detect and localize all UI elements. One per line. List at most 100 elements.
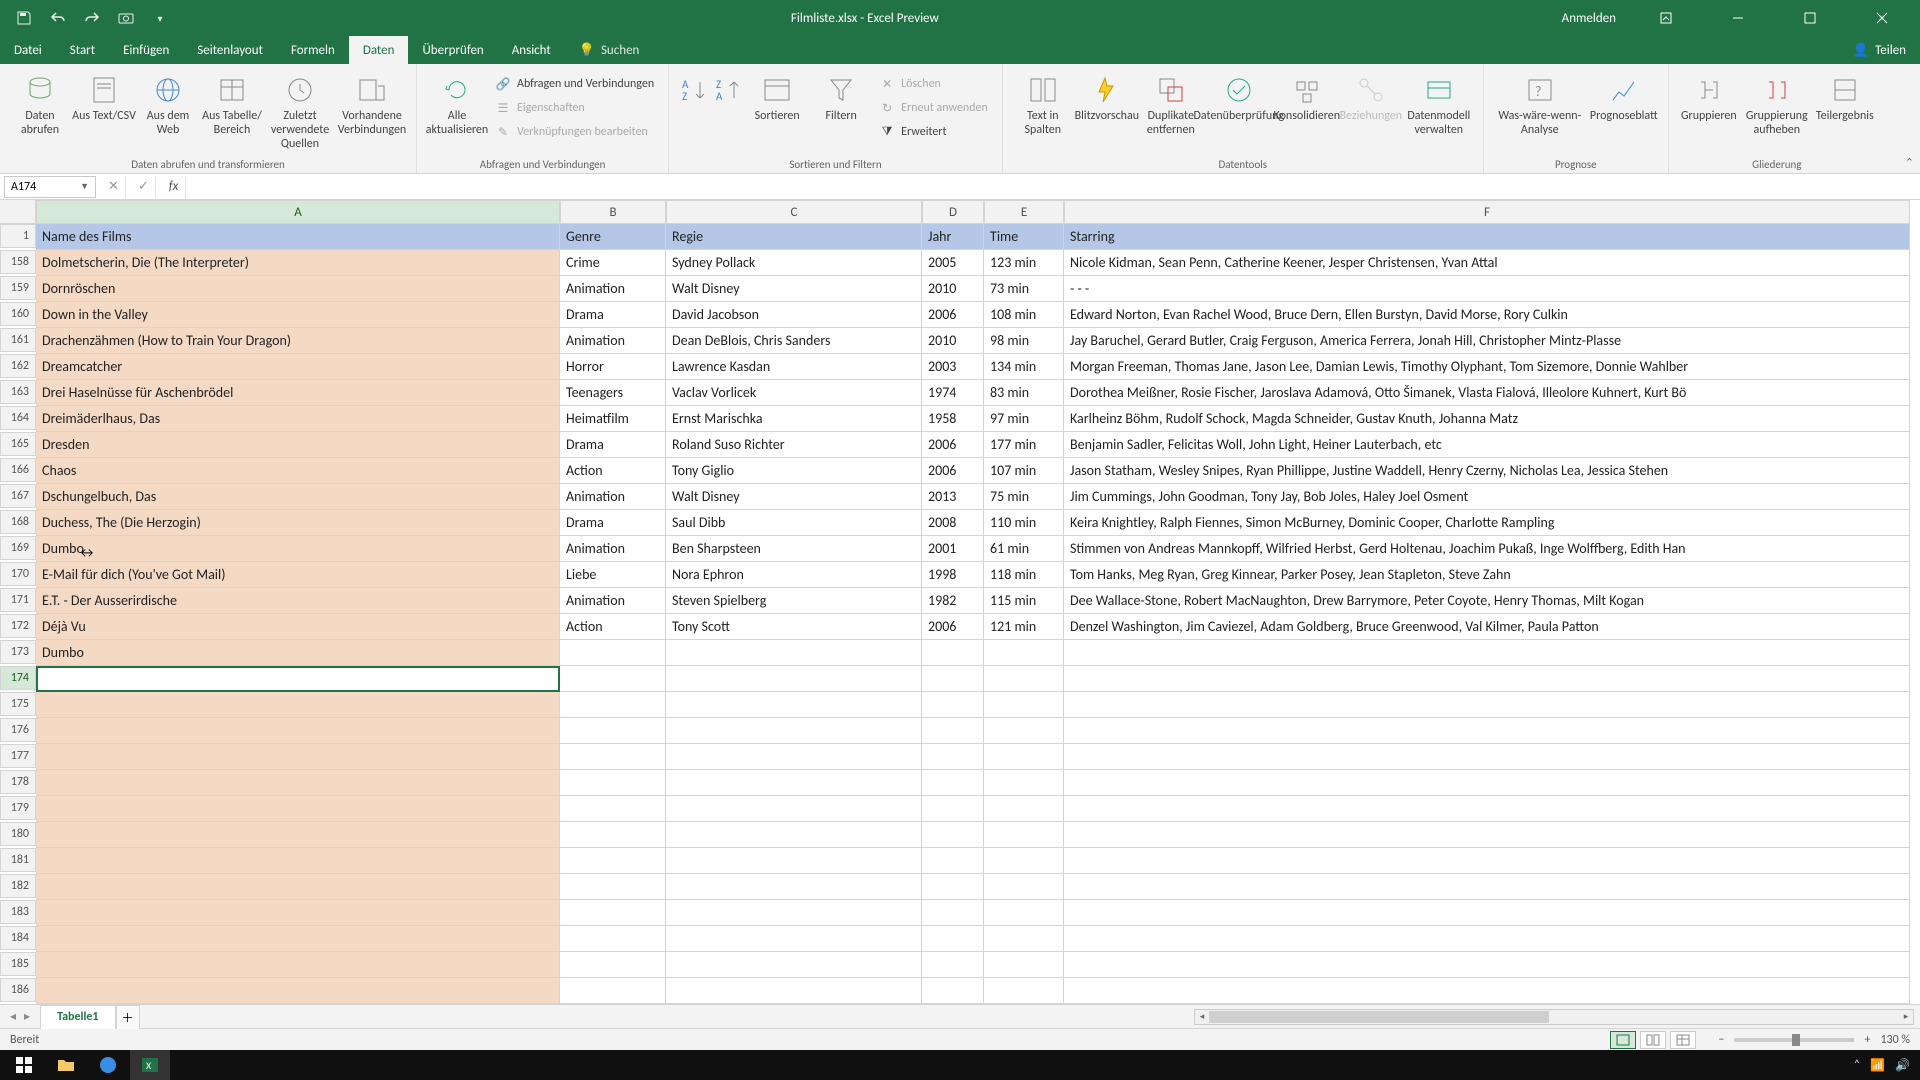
cell[interactable] <box>984 796 1064 822</box>
cell[interactable] <box>984 692 1064 718</box>
cell[interactable] <box>560 770 666 796</box>
cell[interactable] <box>1064 744 1910 770</box>
sheet-tab[interactable]: Tabelle1 <box>40 1005 115 1029</box>
row-header[interactable]: 167 <box>0 484 36 508</box>
cell[interactable]: Steven Spielberg <box>666 588 922 614</box>
cell[interactable]: 97 min <box>984 406 1064 432</box>
btn-was-waere-wenn[interactable]: ?Was-wäre-wenn-Analyse <box>1492 68 1588 152</box>
cell[interactable] <box>560 926 666 952</box>
cell[interactable] <box>560 744 666 770</box>
cell[interactable]: Walt Disney <box>666 484 922 510</box>
cell[interactable]: Lawrence Kasdan <box>666 354 922 380</box>
cell[interactable] <box>1064 796 1910 822</box>
cell[interactable]: 1958 <box>922 406 984 432</box>
btn-alle-aktualisieren[interactable]: Alle aktualisieren <box>425 68 489 152</box>
tab-ueberpruefen[interactable]: Überprüfen <box>408 36 497 64</box>
cell[interactable]: 2008 <box>922 510 984 536</box>
row-header[interactable]: 166 <box>0 458 36 482</box>
cell[interactable]: 108 min <box>984 302 1064 328</box>
grid[interactable]: ABCDEF1Name des FilmsGenreRegieJahrTimeS… <box>0 200 1920 1004</box>
row-header[interactable]: 186 <box>0 978 36 1002</box>
cell[interactable]: Liebe <box>560 562 666 588</box>
cell[interactable]: Tony Giglio <box>666 458 922 484</box>
cell[interactable] <box>922 770 984 796</box>
cell[interactable]: 2006 <box>922 432 984 458</box>
cell[interactable] <box>560 666 666 692</box>
row-header[interactable]: 173 <box>0 640 36 664</box>
cell[interactable] <box>984 822 1064 848</box>
cell[interactable]: Dumbo <box>36 536 560 562</box>
row-header[interactable]: 164 <box>0 406 36 430</box>
cell[interactable] <box>36 926 560 952</box>
cell[interactable]: 107 min <box>984 458 1064 484</box>
cell[interactable]: Crime <box>560 250 666 276</box>
cell[interactable] <box>666 692 922 718</box>
collapse-ribbon-icon[interactable]: ⌃ <box>1905 156 1914 169</box>
view-page-break-button[interactable] <box>1670 1031 1696 1049</box>
header-cell[interactable]: Regie <box>666 224 922 250</box>
row-header[interactable]: 177 <box>0 744 36 768</box>
cell[interactable] <box>922 718 984 744</box>
edge-icon[interactable] <box>88 1050 128 1080</box>
view-normal-button[interactable] <box>1610 1031 1636 1049</box>
cell[interactable] <box>560 848 666 874</box>
cell[interactable]: David Jacobson <box>666 302 922 328</box>
btn-abfragen-verbindungen[interactable]: 🔗Abfragen und Verbindungen <box>489 72 660 96</box>
cell[interactable] <box>1064 718 1910 744</box>
cell[interactable]: Drei Haselnüsse für Aschenbrödel <box>36 380 560 406</box>
cell[interactable]: Animation <box>560 536 666 562</box>
cell[interactable]: Nora Ephron <box>666 562 922 588</box>
cell[interactable]: 98 min <box>984 328 1064 354</box>
btn-aus-tabelle[interactable]: Aus Tabelle/ Bereich <box>200 68 264 152</box>
cell[interactable]: Drama <box>560 302 666 328</box>
chevron-down-icon[interactable]: ▼ <box>80 181 89 192</box>
cell[interactable]: Animation <box>560 276 666 302</box>
name-box[interactable]: A174▼ <box>4 176 96 198</box>
btn-beziehungen[interactable]: Beziehungen <box>1339 68 1403 152</box>
btn-gruppierung-aufheben[interactable]: Gruppierung aufheben <box>1741 68 1813 152</box>
cell[interactable]: Dornröschen <box>36 276 560 302</box>
row-header[interactable]: 176 <box>0 718 36 742</box>
cell[interactable]: 2006 <box>922 614 984 640</box>
cell[interactable] <box>922 640 984 666</box>
cell[interactable] <box>922 874 984 900</box>
cell[interactable]: E-Mail für dich (You've Got Mail) <box>36 562 560 588</box>
maximize-button[interactable] <box>1788 0 1832 36</box>
cell[interactable] <box>922 666 984 692</box>
cell[interactable] <box>1064 952 1910 978</box>
cell[interactable]: Ben Sharpsteen <box>666 536 922 562</box>
cell[interactable] <box>1064 978 1910 1004</box>
cell[interactable]: Dorothea Meißner, Rosie Fischer, Jarosla… <box>1064 380 1910 406</box>
cell[interactable] <box>984 770 1064 796</box>
cell[interactable] <box>984 718 1064 744</box>
file-explorer-icon[interactable] <box>46 1050 86 1080</box>
cell[interactable]: Ernst Marischka <box>666 406 922 432</box>
cell[interactable]: Heimatfilm <box>560 406 666 432</box>
cell[interactable]: Dresden <box>36 432 560 458</box>
cell[interactable] <box>36 666 560 692</box>
add-sheet-button[interactable]: ＋ <box>116 1005 140 1029</box>
cell[interactable]: Down in the Valley <box>36 302 560 328</box>
cell[interactable] <box>922 978 984 1004</box>
row-header[interactable]: 168 <box>0 510 36 534</box>
cell[interactable] <box>984 666 1064 692</box>
cell[interactable] <box>36 978 560 1004</box>
cell[interactable]: 1982 <box>922 588 984 614</box>
cell[interactable] <box>922 848 984 874</box>
cell[interactable] <box>984 744 1064 770</box>
row-header[interactable]: 158 <box>0 250 36 274</box>
cell[interactable] <box>922 926 984 952</box>
cell[interactable]: Saul Dibb <box>666 510 922 536</box>
btn-vorhandene-verbindungen[interactable]: Vorhandene Verbindungen <box>336 68 408 152</box>
cell[interactable]: Denzel Washington, Jim Caviezel, Adam Go… <box>1064 614 1910 640</box>
tab-ansicht[interactable]: Ansicht <box>498 36 565 64</box>
col-header[interactable]: A <box>36 200 560 224</box>
row-header[interactable]: 162 <box>0 354 36 378</box>
cell[interactable] <box>1064 770 1910 796</box>
cell[interactable] <box>984 848 1064 874</box>
sheet-nav-last-icon[interactable]: ▸ <box>24 1009 30 1024</box>
hscrollbar[interactable]: ◂ ▸ <box>1194 1009 1914 1025</box>
cell[interactable]: 118 min <box>984 562 1064 588</box>
cell[interactable]: 123 min <box>984 250 1064 276</box>
cell[interactable]: Drama <box>560 510 666 536</box>
